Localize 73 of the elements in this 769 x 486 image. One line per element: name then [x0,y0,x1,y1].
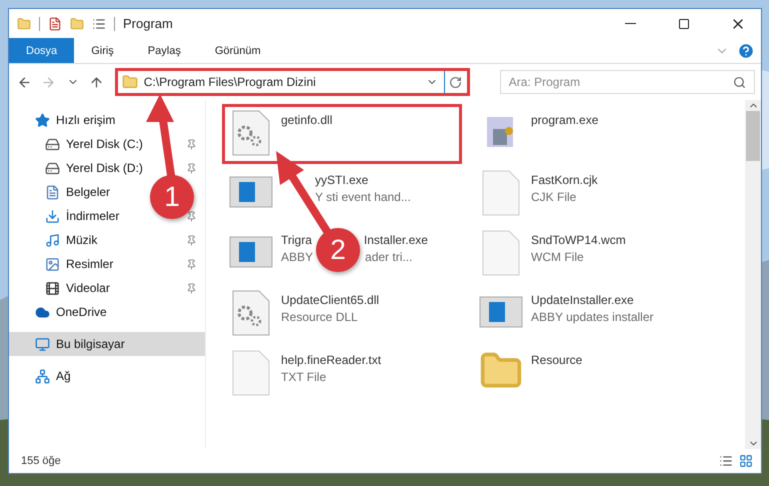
maximize-icon [678,18,690,30]
monitor-icon [35,336,50,352]
sidebar-item[interactable]: Videolar [66,281,110,295]
drive-icon [45,136,60,152]
scrollbar[interactable] [745,100,761,449]
refresh-icon [449,76,462,88]
properties-icon[interactable] [48,16,62,30]
pin-icon[interactable] [186,234,197,246]
file-name[interactable]: FastKorn.cjk [531,173,598,187]
drive-icon [45,160,60,176]
file-name[interactable]: Installer.exe [364,233,428,247]
sidebar-item[interactable]: İndirmeler [66,209,120,223]
pin-icon[interactable] [186,258,197,270]
file-name[interactable]: help.fineReader.txt [281,353,382,367]
file-type: Resource DLL [281,310,358,324]
sidebar-item[interactable]: Hızlı erişim [56,113,116,127]
pin-icon[interactable] [186,162,197,174]
sidebar-item[interactable]: Yerel Disk (C:) [66,137,143,151]
file-tile[interactable]: getinfo.dll [222,104,462,164]
scrollbar-thumb[interactable] [746,111,760,161]
minimize-icon [624,23,636,24]
sidebar-item[interactable]: Yerel Disk (D:) [66,161,143,175]
window-title: Program [123,16,174,31]
file-name[interactable]: SndToWP14.wcm [531,233,626,247]
file-type: ader tri... [365,250,412,264]
film-icon [45,280,60,296]
file-name[interactable]: program.exe [531,113,598,127]
new-folder-icon[interactable] [70,16,84,30]
pin-icon[interactable] [186,282,197,294]
sidebar-item[interactable]: Belgeler [66,185,110,199]
file-type: ABBY updates installer [531,310,654,324]
file-name[interactable]: getinfo.dll [281,113,332,127]
cloud-icon [35,304,50,320]
item-count: 155 öğe [21,455,61,467]
search-field[interactable]: Ara: Program [500,70,755,94]
forward-arrow-icon [41,74,56,90]
file-type: Y sti event hand... [315,190,411,204]
toolbar-separator [114,16,115,30]
document-icon [45,184,60,200]
folder-icon[interactable] [17,16,31,30]
pin-icon[interactable] [186,210,197,222]
details-view-icon[interactable] [719,454,733,468]
help-icon[interactable] [737,42,755,60]
tiles-view-icon[interactable] [739,454,753,468]
folder-icon [122,74,138,90]
customize-icon[interactable] [92,16,106,30]
file-name[interactable]: Resource [531,353,582,367]
file-type: ABBY [281,250,314,264]
ribbon-tab[interactable]: Dosya [9,38,74,63]
image-icon [45,256,60,272]
file-type: CJK File [531,190,576,204]
sidebar-item-selected[interactable]: Bu bilgisayar [9,332,205,356]
toolbar-separator [39,16,40,30]
network-icon [35,368,50,384]
ribbon-tab[interactable]: Paylaş [130,38,198,63]
address-field[interactable]: C:\Program Files\Program Dizini [114,68,470,96]
music-icon [45,232,60,248]
sidebar-item[interactable]: Resimler [66,257,114,271]
file-name[interactable]: UpdateClient65.dll [281,293,380,307]
download-icon [45,208,60,224]
sidebar-item[interactable]: OneDrive [56,305,107,319]
ribbon-tab[interactable]: Giriş [74,38,131,63]
file-type: WCM File [531,250,584,264]
sidebar-item[interactable]: Ağ [56,369,71,383]
sidebar-item[interactable]: Müzik [66,233,98,247]
file-name[interactable]: yySTI.exe [315,173,368,187]
file-type: TXT File [281,370,326,384]
file-name[interactable]: Trigra [281,233,312,247]
ribbon-tab[interactable]: Görünüm [198,38,278,63]
star-icon [35,112,50,128]
search-icon [733,76,746,88]
file-name[interactable]: UpdateInstaller.exe [531,293,634,307]
pin-icon[interactable] [186,138,197,150]
